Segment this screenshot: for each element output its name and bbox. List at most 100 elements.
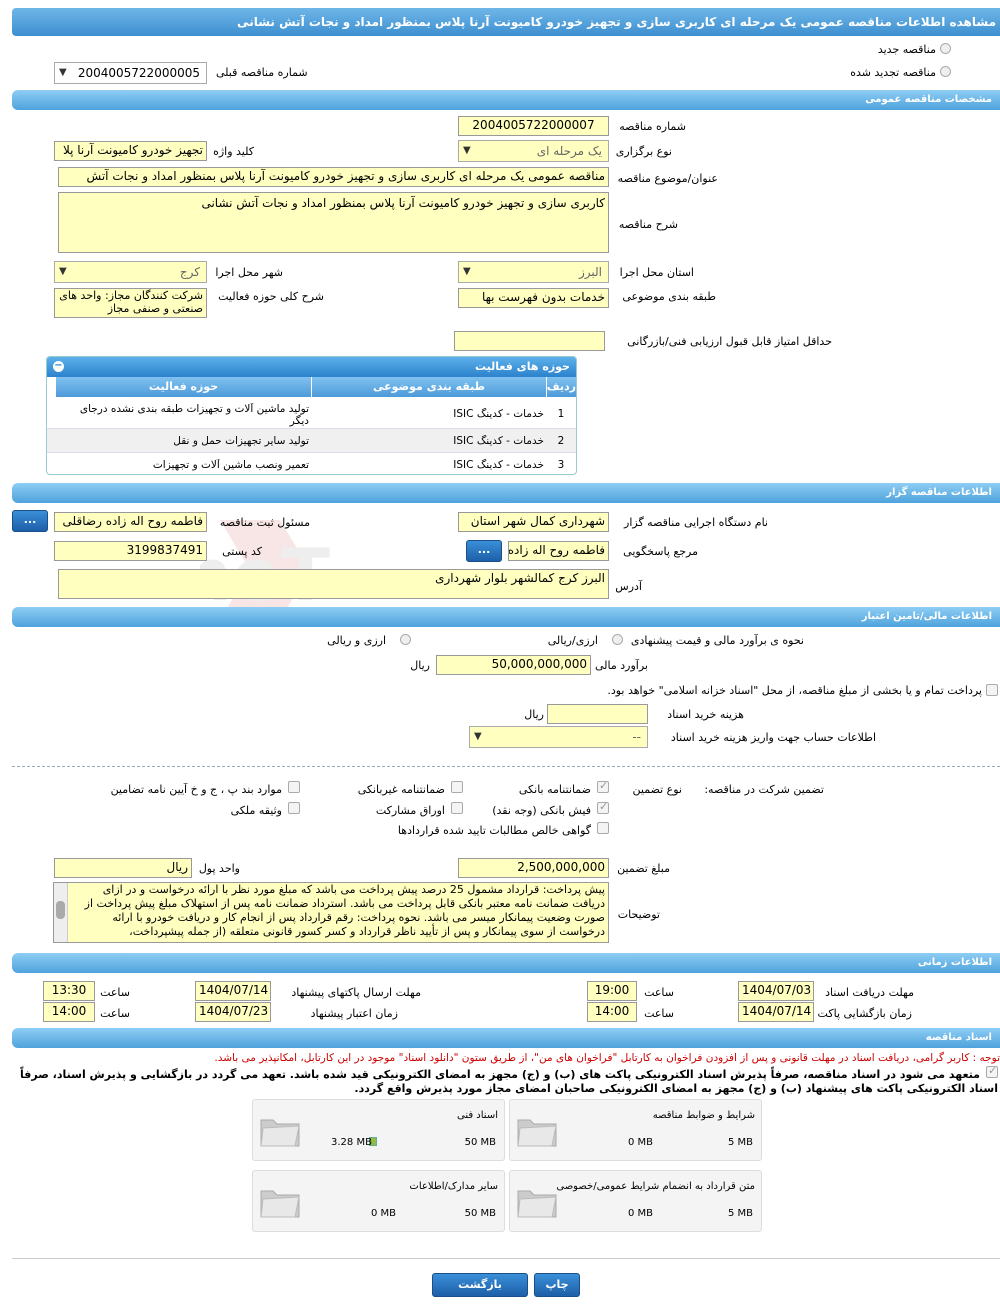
docs-section-header: اسناد مناقصه — [12, 1028, 1000, 1048]
contact-label: مرجع پاسخگویی — [623, 545, 698, 558]
file-used-size: 3.28 MB — [331, 1137, 372, 1148]
collapse-icon[interactable]: − — [53, 361, 64, 372]
estimate-opt2-radio[interactable] — [400, 634, 411, 645]
chevron-down-icon: ▼ — [463, 145, 471, 156]
bank-check-label: فیش بانکی (وجه نقد) — [492, 804, 591, 817]
notes-scrollbar[interactable] — [54, 883, 68, 942]
file-used-size: 0 MB — [371, 1208, 397, 1219]
address-field: البرز کرج کمالشهر بلوار شهرداری — [58, 569, 609, 599]
guarantee-type-label: نوع تضمین — [632, 783, 682, 796]
timing-section-header: اطلاعات زمانی — [12, 953, 1000, 973]
new-tender-label: مناقصه جدید — [877, 43, 936, 56]
subject-label: عنوان/موضوع مناقصه — [617, 172, 718, 185]
back-button[interactable]: بازگشت — [432, 1273, 528, 1297]
commit-text: متعهد می شود در اسناد مناقصه، صرفاً پذیر… — [20, 1068, 998, 1095]
open-time-label: ساعت — [644, 1007, 674, 1020]
bonds-checkbox[interactable] — [451, 802, 463, 814]
activity-grid: حوزه های فعالیت − ردیف طبقه بندی موضوعی ح… — [46, 356, 577, 475]
print-button[interactable]: چاپ — [534, 1273, 580, 1297]
doc-cost-label: هزینه خرید اسناد — [667, 708, 744, 721]
col-category: طبقه بندی موضوعی — [311, 377, 546, 397]
notes-label: توضیحات — [617, 908, 660, 921]
contact-more-button[interactable]: ... — [466, 540, 502, 562]
org-label: نام دستگاه اجرایی مناقصه گزار — [624, 516, 768, 529]
bank-guarantee-label: ضمانتنامه بانکی — [518, 783, 591, 796]
estimate-opt1-label: ارزی/ریالی — [547, 634, 598, 647]
file-max-size: 5 MB — [727, 1137, 753, 1148]
file-box-contract[interactable]: متن قرارداد به انضمام شرایط عمومی/خصوصی … — [509, 1170, 762, 1232]
province-select[interactable]: البرز ▼ — [458, 261, 609, 283]
row-number: 2 — [557, 435, 565, 447]
claims-checkbox[interactable] — [597, 822, 609, 834]
file-box-terms[interactable]: شرایط و ضوابط مناقصه 5 MB 0 MB — [509, 1099, 762, 1161]
registrar-label: مسئول ثبت مناقصه — [219, 516, 310, 529]
file-used-size: 0 MB — [628, 1208, 654, 1219]
col-row: ردیف — [546, 377, 576, 397]
estimate-field: 50,000,000,000 — [436, 655, 591, 675]
participation-label: تضمین شرکت در مناقصه: — [704, 783, 824, 796]
desc-label: شرح مناقصه — [618, 218, 678, 231]
registrar-more-button[interactable]: ... — [12, 510, 48, 532]
send-time-field: 13:30 — [43, 981, 95, 1001]
file-name: سایر مدارک/اطلاعات — [409, 1181, 498, 1192]
currency-label: واحد پول — [198, 862, 240, 875]
min-score-field — [454, 331, 605, 351]
bank-guarantee-checkbox[interactable] — [597, 779, 609, 793]
page-title: مشاهده اطلاعات مناقصه عمومی یک مرحله ای … — [12, 8, 1000, 36]
treasury-text: پرداخت تمام و یا بخشی از مبلغ مناقصه، از… — [607, 684, 982, 697]
activity-field: شرکت کنندگان مجاز: واحد های صنعتی و صنفی… — [54, 288, 207, 318]
treasury-checkbox[interactable] — [986, 684, 998, 696]
articles-label: موارد بند پ ، ج و خ آیین نامه تضامین — [110, 783, 282, 796]
articles-checkbox[interactable] — [288, 781, 300, 793]
currency-field: ریال — [54, 858, 192, 878]
chevron-down-icon: ▼ — [463, 266, 471, 277]
send-label: مهلت ارسال پاکتهای پیشنهاد — [291, 986, 421, 999]
prev-number-value: 2004005722000005 — [77, 66, 200, 80]
col-area: حوزه فعالیت — [55, 377, 311, 397]
estimate-opt1-radio[interactable] — [612, 634, 623, 645]
contact-field: فاطمه روح اله زاده — [508, 541, 609, 561]
tender-number-label: شماره مناقصه — [619, 120, 686, 133]
send-time-label: ساعت — [100, 986, 130, 999]
property-label: وثیقه ملکی — [230, 804, 282, 817]
category-field: خدمات بدون فهرست بها — [458, 288, 609, 308]
folder-icon — [517, 1119, 557, 1147]
row-category: خدمات - کدینگ ISIC — [453, 408, 544, 420]
postal-field: 3199837491 — [54, 541, 207, 561]
finance-section-header: اطلاعات مالی/تامین اعتبار — [12, 607, 1000, 627]
file-max-size: 50 MB — [464, 1137, 496, 1148]
file-used-size: 0 MB — [628, 1137, 654, 1148]
prev-number-select[interactable]: 2004005722000005 ▼ — [54, 62, 207, 84]
valid-date-field: 1404/07/23 — [195, 1002, 271, 1022]
type-select[interactable]: یک مرحله ای ▼ — [458, 140, 609, 162]
file-box-other[interactable]: سایر مدارک/اطلاعات 50 MB 0 MB — [252, 1170, 505, 1232]
renewed-tender-radio[interactable] — [940, 66, 951, 77]
nonbank-guarantee-checkbox[interactable] — [451, 781, 463, 793]
doc-deadline-label: مهلت دریافت اسناد — [825, 986, 914, 999]
new-tender-radio[interactable] — [940, 43, 951, 54]
row-category: خدمات - کدینگ ISIC — [453, 435, 544, 447]
nonbank-guarantee-label: ضمانتنامه غیربانکی — [357, 783, 445, 796]
activity-label: شرح کلی حوزه فعالیت — [218, 290, 324, 303]
desc-field: کاربری سازی و تجهیز خودرو کامیونت آرنا پ… — [58, 192, 609, 253]
doc-time-field: 19:00 — [587, 981, 637, 1001]
row-area: تعمیر ونصب ماشین آلات و تجهیزات — [152, 459, 309, 471]
file-box-technical[interactable]: اسناد فنی 50 MB 3.28 MB — [252, 1099, 505, 1161]
province-label: استان محل اجرا — [619, 266, 694, 279]
property-checkbox[interactable] — [288, 802, 300, 814]
registrar-field: فاطمه روح اله زاده رضاقلی — [54, 512, 207, 532]
city-select[interactable]: کرج ▼ — [54, 261, 207, 283]
notes-field: پیش پرداخت: قرارداد مشمول 25 درصد پیش پر… — [53, 882, 609, 943]
estimate-type-label: نحوه ی برآورد مالی و قیمت پیشنهادی — [630, 634, 804, 647]
subject-field: مناقصه عمومی یک مرحله ای کاربری سازی و ت… — [58, 167, 609, 187]
bank-check-checkbox[interactable] — [597, 800, 609, 814]
organizer-section-header: اطلاعات مناقصه گزار — [12, 483, 1000, 503]
category-label: طبقه بندی موضوعی — [622, 290, 716, 303]
chevron-down-icon: ▼ — [474, 731, 482, 742]
file-max-size: 5 MB — [727, 1208, 753, 1219]
row-number: 1 — [557, 408, 565, 420]
address-label: آدرس — [615, 580, 642, 593]
general-section-header: مشخصات مناقصه عمومی — [12, 90, 1000, 110]
account-select[interactable]: -- ▼ — [469, 726, 648, 748]
postal-label: کد پستی — [222, 545, 262, 558]
